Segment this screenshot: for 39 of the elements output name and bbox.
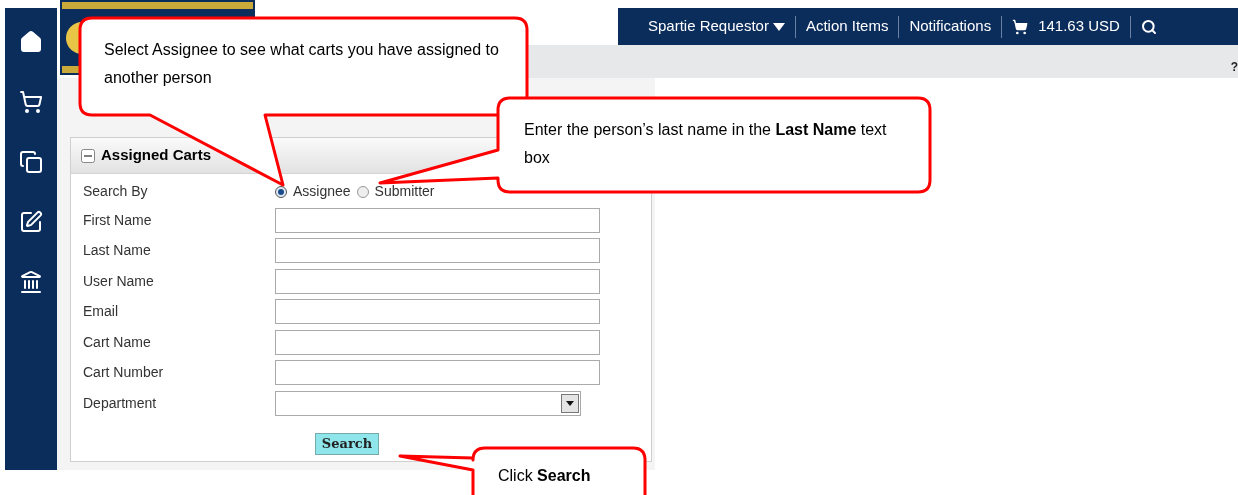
input-field[interactable] xyxy=(275,299,600,325)
radio-button[interactable] xyxy=(356,185,369,198)
cart-icon[interactable] xyxy=(19,90,43,114)
edit-icon[interactable] xyxy=(19,210,43,234)
collapse-icon[interactable] xyxy=(81,148,95,163)
input-field[interactable] xyxy=(275,207,600,233)
help-link[interactable]: ? xyxy=(1230,58,1238,76)
user-menu[interactable]: Spartie Requestor xyxy=(648,15,785,38)
field-label: Cart Name xyxy=(83,332,152,352)
nav-link[interactable]: Action Items xyxy=(805,15,889,38)
field-label: Search By xyxy=(83,182,149,201)
radio-label: Submitter xyxy=(374,182,435,201)
panel-title: Assigned Carts xyxy=(101,145,212,166)
input-field[interactable] xyxy=(275,329,600,355)
select-field[interactable] xyxy=(275,390,581,416)
input-field[interactable] xyxy=(275,268,600,294)
callout-text: Select Assignee to see what carts you have assigned to another person xyxy=(104,40,500,88)
dropdown-arrow-icon xyxy=(566,400,574,406)
radio-button[interactable] xyxy=(275,185,287,198)
input-field[interactable] xyxy=(275,360,600,386)
search-icon[interactable] xyxy=(1140,18,1157,35)
cart-icon xyxy=(1012,18,1029,35)
bank-icon[interactable] xyxy=(19,270,43,294)
field-label: Cart Number xyxy=(83,363,165,383)
callout-text: Click Search xyxy=(498,466,592,486)
field-label: Last Name xyxy=(83,241,152,261)
field-label: Department xyxy=(83,393,158,413)
field-label: First Name xyxy=(83,210,153,230)
caret-icon xyxy=(772,22,785,31)
radio-label: Assignee xyxy=(293,182,351,201)
field-label: User Name xyxy=(83,271,155,291)
home-icon[interactable] xyxy=(19,30,43,54)
input-field[interactable] xyxy=(275,238,600,264)
nav-link[interactable]: Notifications xyxy=(909,15,992,38)
documents-icon[interactable] xyxy=(19,150,43,174)
callout-text: Enter the person’s last name in the Last Name text box xyxy=(524,120,888,168)
field-label: Email xyxy=(83,302,119,322)
cart-total[interactable]: 141.63 USD xyxy=(1012,15,1120,38)
search-button[interactable]: Search xyxy=(314,432,380,455)
